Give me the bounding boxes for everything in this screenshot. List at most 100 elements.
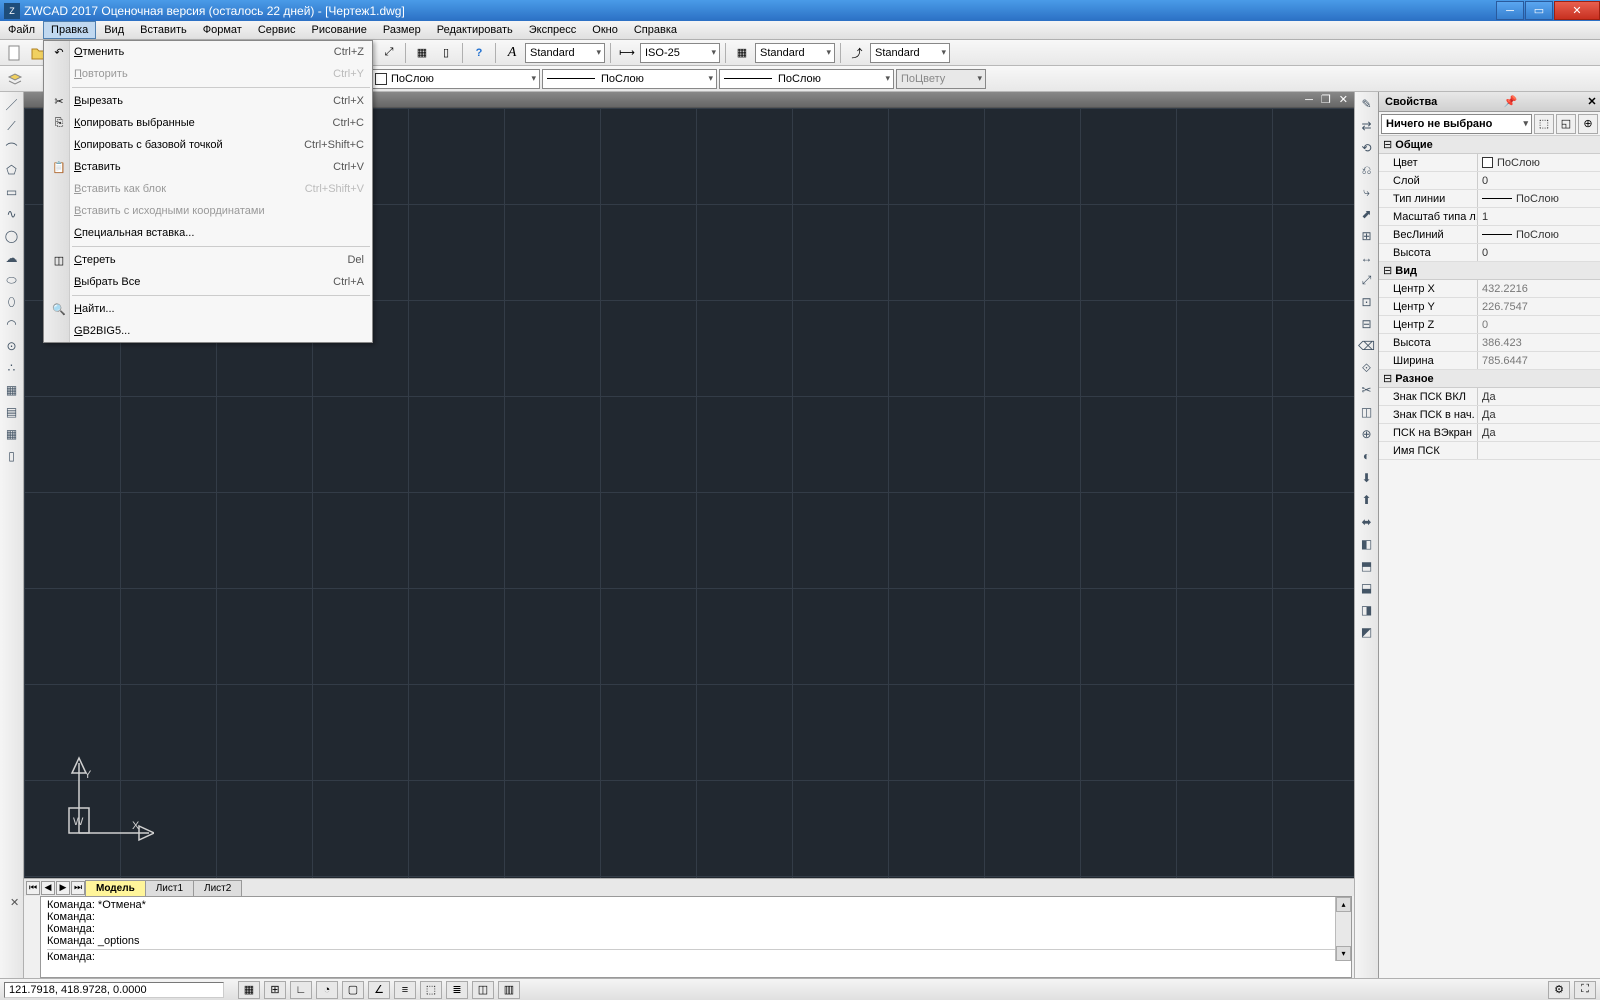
prop-group[interactable]: Вид	[1379, 262, 1600, 280]
menu-вид[interactable]: Вид	[96, 21, 132, 39]
modify-tool-6[interactable]: ⊞	[1357, 226, 1377, 246]
draw-tool-14[interactable]: ▤	[2, 402, 22, 422]
draw-tool-15[interactable]: ▦	[2, 424, 22, 444]
modify-tool-17[interactable]: ⬇	[1357, 468, 1377, 488]
zoom-window-icon[interactable]: ⤢	[378, 42, 400, 64]
dyn-toggle[interactable]: ⬚	[420, 981, 442, 999]
tool-icon[interactable]: ▦	[411, 42, 433, 64]
color-combo[interactable]: ПоСлою	[370, 69, 540, 89]
prop-row[interactable]: Знак ПСК в нач. ...Да	[1379, 406, 1600, 424]
modify-tool-3[interactable]: ⎌	[1357, 160, 1377, 180]
otrack-toggle[interactable]: ∠	[368, 981, 390, 999]
modify-tool-23[interactable]: ◨	[1357, 600, 1377, 620]
prop-row[interactable]: Тип линииПоСлою	[1379, 190, 1600, 208]
tab-last-icon[interactable]: ⏭	[71, 881, 85, 895]
close-button[interactable]: ✕	[1554, 1, 1600, 20]
modify-tool-12[interactable]: ⟐	[1357, 358, 1377, 378]
menuitem[interactable]: Специальная вставка...	[44, 222, 372, 244]
text-style-icon[interactable]: A	[501, 42, 523, 64]
osnap-toggle[interactable]: ▢	[342, 981, 364, 999]
dim-style-icon[interactable]: ⟼	[616, 42, 638, 64]
menu-вставить[interactable]: Вставить	[132, 21, 195, 39]
command-history[interactable]: ▴▾ Команда: *Отмена*Команда:Команда:Кома…	[40, 896, 1352, 978]
menu-экспресс[interactable]: Экспресс	[521, 21, 585, 39]
lineweight-combo[interactable]: ПоСлою	[719, 69, 894, 89]
prop-row[interactable]: Знак ПСК ВКЛДа	[1379, 388, 1600, 406]
table-style-combo[interactable]: Standard	[755, 43, 835, 63]
selection-combo[interactable]: Ничего не выбрано	[1381, 114, 1532, 134]
draw-tool-1[interactable]: ⟋	[2, 116, 22, 136]
doc-restore-icon[interactable]: ❐	[1321, 93, 1331, 106]
doc-close-icon[interactable]: ✕	[1339, 93, 1348, 106]
menu-файл[interactable]: Файл	[0, 21, 43, 39]
draw-tool-9[interactable]: ⬯	[2, 292, 22, 312]
modify-tool-19[interactable]: ⬌	[1357, 512, 1377, 532]
panel-close-icon[interactable]: ✕	[1584, 95, 1600, 108]
minimize-button[interactable]: ─	[1496, 1, 1524, 20]
fullscreen-icon[interactable]: ⛶	[1574, 981, 1596, 999]
toggle-pickadd-icon[interactable]: ⊕	[1578, 114, 1598, 134]
draw-tool-13[interactable]: ▦	[2, 380, 22, 400]
prop-value[interactable]: 1	[1477, 208, 1600, 225]
polar-toggle[interactable]: ◔	[316, 981, 338, 999]
modify-tool-10[interactable]: ⊟	[1357, 314, 1377, 334]
menu-сервис[interactable]: Сервис	[250, 21, 304, 39]
tab-next-icon[interactable]: ▶	[56, 881, 70, 895]
layout-tab[interactable]: Лист1	[145, 880, 194, 896]
modify-tool-4[interactable]: ⤷	[1357, 182, 1377, 202]
prop-row[interactable]: ЦветПоСлою	[1379, 154, 1600, 172]
settings-gear-icon[interactable]: ⚙	[1548, 981, 1570, 999]
cmd-close-icon[interactable]: ✕	[10, 896, 19, 909]
draw-tool-5[interactable]: ∿	[2, 204, 22, 224]
modify-tool-13[interactable]: ✂	[1357, 380, 1377, 400]
menuitem[interactable]: Выбрать ВсеCtrl+A	[44, 271, 372, 293]
lwt-toggle[interactable]: ≡	[394, 981, 416, 999]
menuitem[interactable]: ◫СтеретьDel	[44, 249, 372, 271]
modify-tool-9[interactable]: ⊡	[1357, 292, 1377, 312]
prop-value[interactable]: Да	[1477, 406, 1600, 423]
prop-value[interactable]: 0	[1477, 172, 1600, 189]
menu-правка[interactable]: Правка	[43, 21, 96, 39]
layer-button[interactable]	[4, 68, 26, 90]
prop-row[interactable]: Ширина785.6447	[1379, 352, 1600, 370]
modify-tool-20[interactable]: ◧	[1357, 534, 1377, 554]
prop-row[interactable]: Центр Y226.7547	[1379, 298, 1600, 316]
modify-tool-15[interactable]: ⊕	[1357, 424, 1377, 444]
menu-размер[interactable]: Размер	[375, 21, 429, 39]
cycle-toggle[interactable]: ◫	[472, 981, 494, 999]
prop-row[interactable]: Масштаб типа л...1	[1379, 208, 1600, 226]
plotstyle-combo[interactable]: ПоЦвету	[896, 69, 986, 89]
prop-row[interactable]: ПСК на ВЭкранДа	[1379, 424, 1600, 442]
new-button[interactable]	[4, 42, 26, 64]
prop-group[interactable]: Разное	[1379, 370, 1600, 388]
prop-value[interactable]: Да	[1477, 388, 1600, 405]
modify-tool-2[interactable]: ⟲	[1357, 138, 1377, 158]
linetype-combo[interactable]: ПоСлою	[542, 69, 717, 89]
draw-tool-3[interactable]: ⬠	[2, 160, 22, 180]
text-style-combo[interactable]: Standard	[525, 43, 605, 63]
command-prompt[interactable]: Команда:	[47, 951, 95, 963]
menuitem[interactable]: ✂ВырезатьCtrl+X	[44, 90, 372, 112]
prop-group[interactable]: Общие	[1379, 136, 1600, 154]
draw-tool-12[interactable]: ∴	[2, 358, 22, 378]
prop-value[interactable]: ПоСлою	[1477, 226, 1600, 243]
modify-tool-24[interactable]: ◩	[1357, 622, 1377, 642]
modify-tool-16[interactable]: ◐	[1357, 446, 1377, 466]
modify-tool-1[interactable]: ⇄	[1357, 116, 1377, 136]
prop-row[interactable]: Имя ПСК	[1379, 442, 1600, 460]
table-style-icon[interactable]: ▦	[731, 42, 753, 64]
quick-select-icon[interactable]: ⬚	[1534, 114, 1554, 134]
prop-value[interactable]: ПоСлою	[1477, 190, 1600, 207]
tab-prev-icon[interactable]: ◀	[41, 881, 55, 895]
dim-style-combo[interactable]: ISO-25	[640, 43, 720, 63]
scrollbar[interactable]: ▴▾	[1335, 897, 1351, 961]
draw-tool-11[interactable]: ⊙	[2, 336, 22, 356]
menuitem[interactable]: ↶ОтменитьCtrl+Z	[44, 41, 372, 63]
draw-tool-2[interactable]: ⌒	[2, 138, 22, 158]
prop-row[interactable]: ВесЛинийПоСлою	[1379, 226, 1600, 244]
multileader-icon[interactable]: ⤴	[846, 42, 868, 64]
prop-row[interactable]: Высота386.423	[1379, 334, 1600, 352]
multileader-combo[interactable]: Standard	[870, 43, 950, 63]
menu-формат[interactable]: Формат	[195, 21, 250, 39]
select-objects-icon[interactable]: ◱	[1556, 114, 1576, 134]
